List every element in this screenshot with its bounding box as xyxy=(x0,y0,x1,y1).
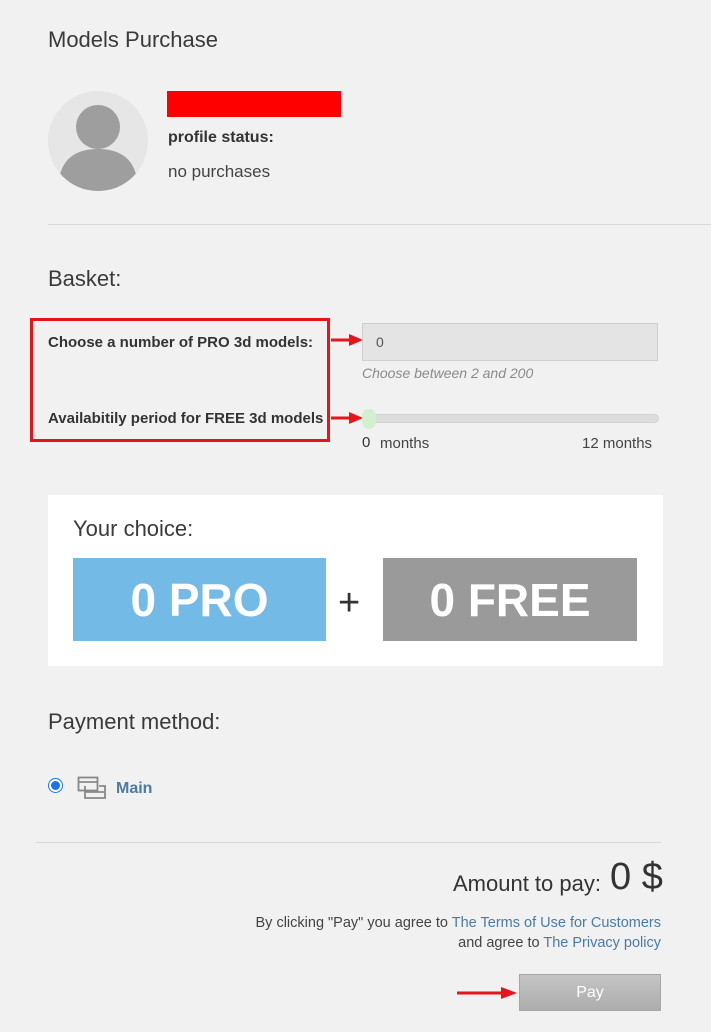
period-slider-handle[interactable] xyxy=(362,409,376,429)
page-title: Models Purchase xyxy=(48,27,218,52)
privacy-line: and agree to The Privacy policy xyxy=(458,935,661,951)
slider-max-label: 12 months xyxy=(582,435,653,452)
payment-method-title: Payment method: xyxy=(48,709,221,734)
free-period-label: Availabitily period for FREE 3d models xyxy=(48,410,324,427)
period-slider-track[interactable] xyxy=(362,414,659,423)
slider-unit-label: months xyxy=(380,435,430,452)
free-count-box: 0 FREE xyxy=(383,558,637,641)
privacy-prefix: and agree to xyxy=(458,935,540,951)
user-silhouette-icon xyxy=(58,105,138,191)
divider xyxy=(48,224,711,225)
basket-title: Basket: xyxy=(48,266,122,291)
terms-prefix: By clicking "Pay" you agree to xyxy=(255,915,448,931)
annotation-arrow-icon xyxy=(331,334,363,346)
profile-status-value: no purchases xyxy=(168,162,271,181)
amount-value: 0 $ xyxy=(610,856,663,898)
annotation-arrow-icon xyxy=(331,412,363,424)
terms-of-use-link[interactable]: The Terms of Use for Customers xyxy=(452,915,661,931)
privacy-policy-link[interactable]: The Privacy policy xyxy=(543,935,661,951)
payment-method-radio[interactable] xyxy=(48,778,63,793)
terms-line: By clicking "Pay" you agree to The Terms… xyxy=(256,915,661,931)
card-stack-icon xyxy=(77,776,106,799)
divider xyxy=(36,842,661,843)
profile-status-label: profile status: xyxy=(168,129,274,146)
choice-title: Your choice: xyxy=(73,516,194,541)
avatar xyxy=(48,91,148,191)
plus-sign: + xyxy=(338,582,361,624)
annotation-arrow-icon xyxy=(457,987,517,999)
redacted-username xyxy=(167,91,341,117)
amount-label: Amount to pay: xyxy=(453,871,601,896)
pro-models-hint: Choose between 2 and 200 xyxy=(362,365,534,381)
pay-button[interactable]: Pay xyxy=(519,974,661,1011)
payment-method-label[interactable]: Main xyxy=(116,780,152,798)
pro-count-box: 0 PRO xyxy=(73,558,326,641)
slider-value: 0 xyxy=(362,434,371,451)
pro-models-input[interactable] xyxy=(362,323,658,361)
pro-models-label: Choose a number of PRO 3d models: xyxy=(48,334,314,351)
